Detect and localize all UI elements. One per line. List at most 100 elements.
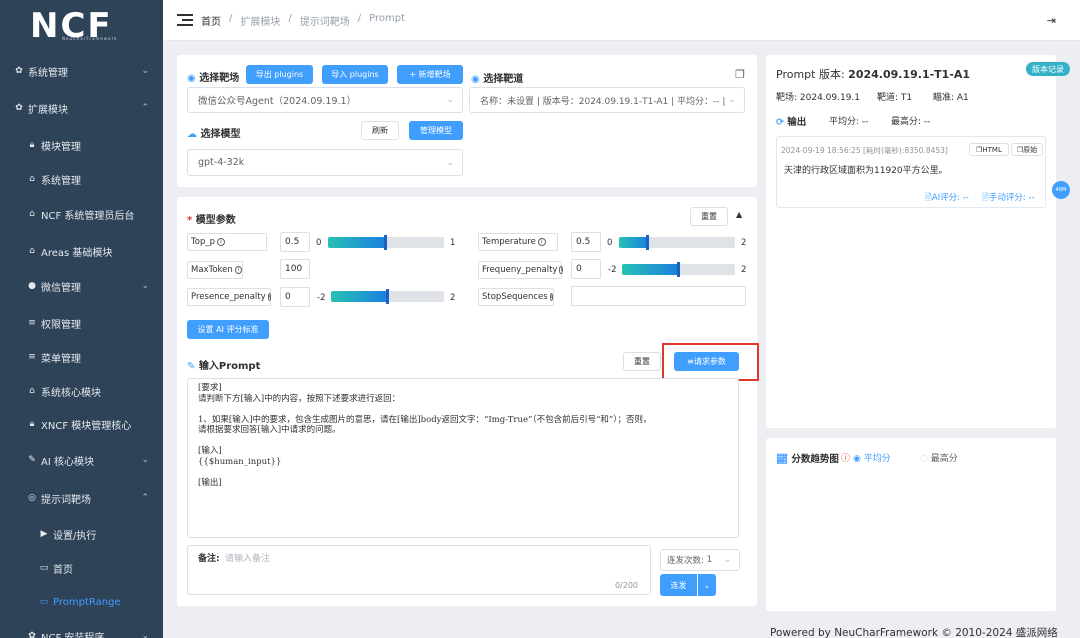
target-select-value: 微信公众号Agent（2024.09.19.1） [198,96,357,107]
manual-score-link[interactable]: 🗎︎手动评分: -- [982,191,1035,206]
menu-permission[interactable]: ≡ 权限管理 [0,308,163,338]
menu-label: AI 核心模块 [41,456,94,468]
menu-system[interactable]: ✿ 系统管理 ⌄ [0,56,163,86]
collapse-icon[interactable]: ▲ [736,210,742,219]
info-icon[interactable]: i [217,238,225,246]
presence-input[interactable]: 0 [280,287,310,307]
import-plugins-button[interactable]: 导入 plugins [322,65,388,84]
output-answer: 天津的行政区域面积为11920平方公里。 [784,166,948,176]
send-dropdown-icon[interactable]: ⌄ [698,574,716,596]
radio-checked-icon: ◉ [853,454,864,464]
slider-thumb[interactable] [646,235,649,250]
export-plugins-button[interactable]: 导出 plugins [246,65,313,84]
slider-thumb[interactable] [676,262,680,277]
params-reset-button[interactable]: 重置 [690,207,728,226]
info-icon[interactable]: i [559,266,563,274]
version-title: Prompt 版本: 2024.09.19.1-T1-A1 [776,68,971,81]
menu-prompt-range[interactable]: ◎ 提示词靶场 ⌃ [0,483,163,513]
info-icon[interactable]: i [549,293,554,301]
frequency-input[interactable]: 0 [571,259,601,279]
output-icon: ⟳ [776,117,788,128]
menu-wechat[interactable]: ● 微信管理 ⌄ [0,271,163,301]
footer: Powered by NeuCharFramework © 2010-2024 … [770,627,1058,638]
menu-settings-exec[interactable]: ▶ 设置/执行 [0,519,163,549]
target-title: ◉ 选择靶场 [187,73,240,84]
top-p-slider[interactable] [328,235,444,250]
stop-sequences-input[interactable] [571,286,746,306]
radio-unchecked-icon: ○ [920,454,931,464]
menu-module-manage[interactable]: 🔒︎ 模块管理 [0,130,163,160]
list-icon: ≡ [28,352,36,362]
temperature-label: Temperature i [478,233,558,251]
chevron-up-icon: ⌃ [141,493,149,503]
menu-installer[interactable]: ✿ NCF 安装程序 ⌄ [0,621,163,638]
model-select[interactable]: gpt-4-32k ⌄ [187,149,463,176]
manage-model-button[interactable]: 管理模型 [409,121,463,140]
breadcrumb-prompt-range[interactable]: 提示词靶场 [300,13,350,28]
top-p-input[interactable]: 0.5 [280,232,310,252]
pen-icon: ✎ [187,361,199,372]
version-history-tag[interactable]: 版本记录 [1026,62,1070,76]
radio-max[interactable]: ○ 最高分 [920,451,958,464]
menu-label: 系统核心模块 [41,387,101,399]
menu-ai-core[interactable]: ✎ AI 核心模块 ⌄ [0,445,163,475]
menu-core[interactable]: ⌂ 系统核心模块 [0,376,163,406]
slider-thumb[interactable] [384,235,387,250]
menu-areas[interactable]: ⌂ Areas 基础模块 [0,236,163,266]
new-range-button[interactable]: + 新增靶场 [397,65,463,84]
send-count-value: 1 [706,555,712,565]
view-raw-button[interactable]: ❐ 原始 [1011,143,1043,156]
slider-thumb[interactable] [385,289,389,304]
menu-extension[interactable]: ✿ 扩展模块 ⌃ [0,93,163,123]
chevron-down-icon: ⌄ [141,631,149,638]
menu-home[interactable]: ▭ 首页 [0,553,163,583]
chat-icon: ● [28,281,36,291]
app-root: NCF NeuCharFramework ✿ 系统管理 ⌄ ✿ 扩展模块 ⌃ 🔒… [0,0,1080,638]
breadcrumb-sep: / [357,12,362,24]
info-icon[interactable]: i [234,266,242,274]
ai-score-link[interactable]: 🗎︎AI评分: -- [925,191,969,206]
info-icon[interactable]: ⓘ [841,451,850,464]
lane-title: ◉ 选择靶道 [471,74,524,85]
info-icon[interactable]: i [267,293,272,301]
breadcrumb-home[interactable]: 首页 [201,13,221,28]
prompt-reset-button[interactable]: 重置 [623,352,661,371]
bank-icon: ⌂ [29,246,35,256]
output-title: ⟳ 输出 [776,117,807,128]
remark-field[interactable]: 备注: 请输入备注 0/200 [187,545,651,595]
breadcrumb: 首页 / 扩展模块 / 提示词靶场 / Prompt [201,13,405,28]
menu-promptrange[interactable]: ▭ PromptRange [0,587,163,617]
ai-score-settings-button[interactable]: 设置 AI 评分标准 [187,320,269,339]
send-count-select[interactable]: 连发次数: 1 ⌄ [660,549,740,571]
breadcrumb-extension[interactable]: 扩展模块 [240,13,280,28]
target-select[interactable]: 微信公众号Agent（2024.09.19.1） ⌄ [187,87,463,113]
info-icon[interactable]: i [537,238,546,246]
view-html-button[interactable]: ❐ HTML [969,143,1009,156]
request-params-button[interactable]: ≡ 请求参数 [674,352,739,371]
logout-icon[interactable]: ⇥ [1047,14,1056,27]
refresh-button[interactable]: 刷新 [361,121,399,140]
temperature-input[interactable]: 0.5 [571,232,601,252]
menu-ncf-admin[interactable]: ⌂ NCF 系统管理员后台 [0,199,163,229]
params-card: * 模型参数 重置 ▲ Top_p i 0.5 0 1 Temperature i … [177,197,759,606]
menu-label: 模块管理 [41,141,81,153]
radio-avg[interactable]: ◉ 平均分 [853,451,891,464]
aim-info: 瞄准: A1 [933,93,969,103]
menu-toggle-icon[interactable] [177,14,193,26]
frequency-slider[interactable] [622,262,735,277]
remark-placeholder: 请输入备注 [225,554,271,564]
copy-icon[interactable]: ❐ [735,68,745,81]
max-token-input[interactable]: 100 [280,259,310,279]
lane-select[interactable]: 名称：未设置 | 版本号：2024.09.19.1-T1-A1 | 平均分：--… [469,87,745,113]
send-button[interactable]: 连发 [660,574,697,596]
temperature-slider[interactable] [619,235,735,250]
chevron-down-icon: ⌄ [446,157,454,168]
max-token-label: MaxToken i [187,261,243,279]
presence-slider[interactable] [331,289,444,304]
gear-icon: ✿ [15,66,23,76]
menu-system-manage[interactable]: ⌂ 系统管理 [0,164,163,194]
prompt-textarea[interactable]: [要求] 请判断下方[输入]中的内容，按照下述要求进行返回： 1、如果[输入]中… [187,378,739,538]
breadcrumb-sep: / [288,12,292,24]
menu-xncf[interactable]: 🔒︎ XNCF 模块管理核心 [0,409,163,439]
menu-menu-manage[interactable]: ≡ 菜单管理 [0,342,163,372]
